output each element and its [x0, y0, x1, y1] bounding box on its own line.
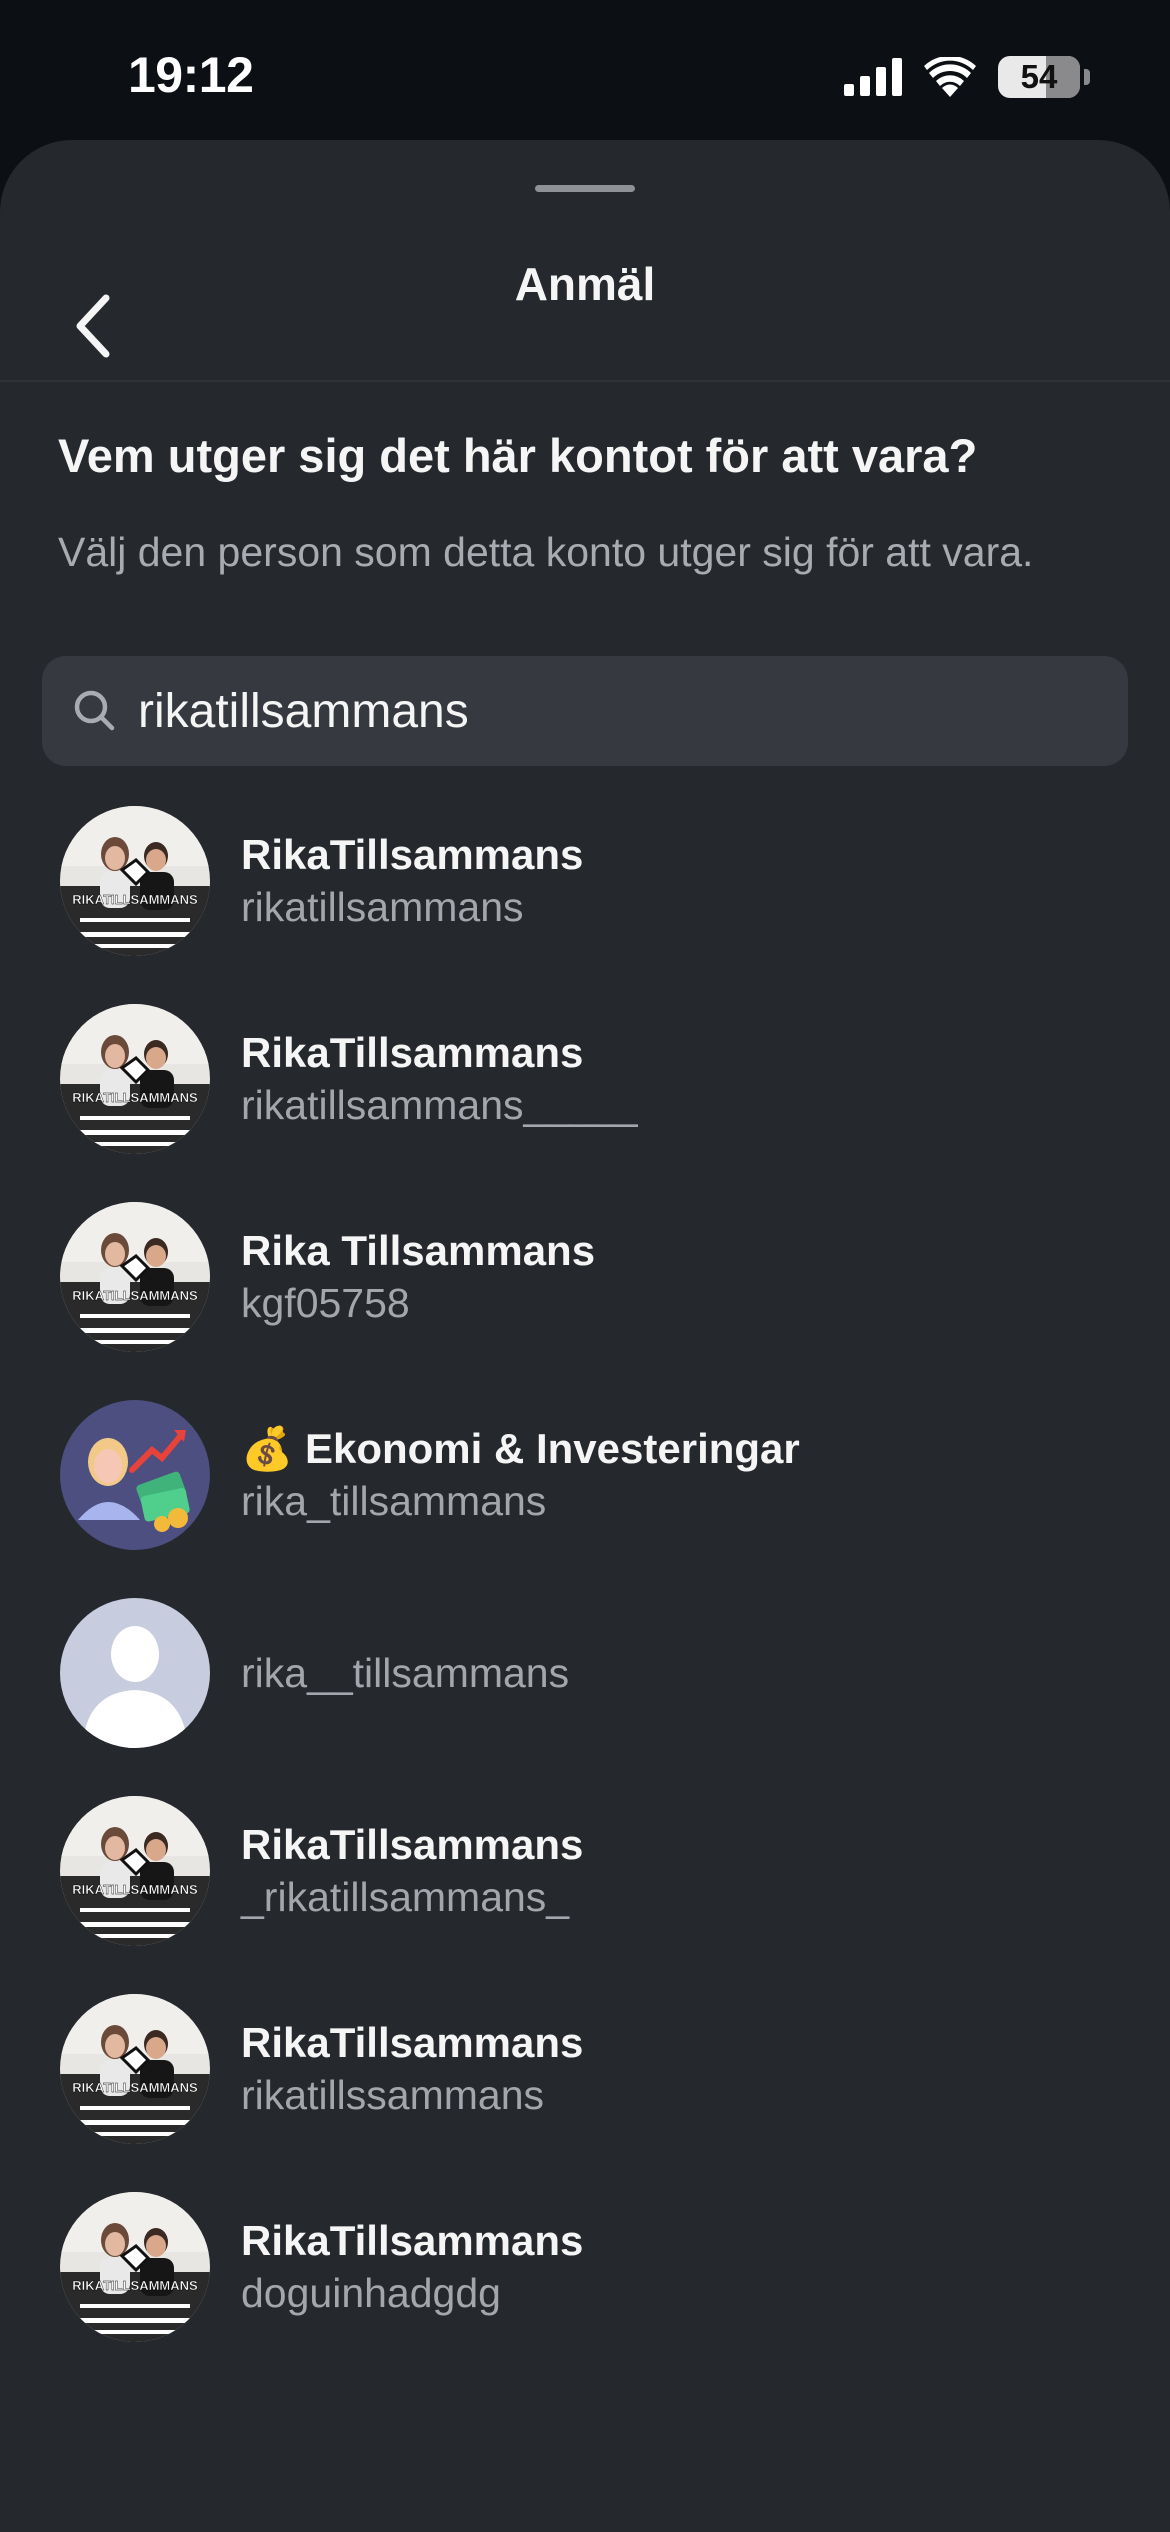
account-names: RikaTillsammans doguinhadgdg	[241, 2174, 583, 2372]
account-names: 💰 Ekonomi & Investeringar rika_tillsamman…	[241, 1382, 800, 1580]
account-names: Rika Tillsammans kgf05758	[241, 1184, 595, 1382]
search-box[interactable]	[42, 656, 1128, 766]
avatar: RIKATILLSAMMANS	[60, 1994, 210, 2144]
display-name: RikaTillsammans	[241, 2217, 584, 2264]
username: rikatillssammans	[241, 2072, 544, 2118]
result-row[interactable]: RIKATILLSAMMANS RikaTillsammans rikatills…	[0, 788, 1170, 986]
status-bar: 19:12 54	[0, 0, 1170, 140]
username: rikatillsammans	[241, 884, 524, 930]
account-names: RikaTillsammans rikatillsammans_____	[241, 986, 638, 1184]
avatar	[60, 1598, 210, 1748]
svg-text:RIKATILLSAMMANS: RIKATILLSAMMANS	[72, 1882, 198, 1897]
svg-text:RIKATILLSAMMANS: RIKATILLSAMMANS	[72, 2278, 198, 2293]
display-name: RikaTillsammans	[241, 831, 584, 878]
status-icons: 54	[844, 52, 1090, 102]
display-name: RikaTillsammans	[241, 1821, 584, 1868]
avatar: RIKATILLSAMMANS	[60, 1004, 210, 1154]
battery-level: 54	[1020, 58, 1058, 95]
results-list: RIKATILLSAMMANS RikaTillsammans rikatills…	[0, 788, 1170, 2372]
username: _rikatillsammans_	[241, 1874, 570, 1920]
username: rikatillsammans_____	[241, 1082, 638, 1128]
result-row[interactable]: RIKATILLSAMMANS RikaTillsammans rikatills…	[0, 1976, 1170, 2174]
avatar: RIKATILLSAMMANS	[60, 1796, 210, 1946]
display-name: RikaTillsammans	[241, 1029, 584, 1076]
question-heading: Vem utger sig det här kontot för att var…	[58, 429, 978, 482]
result-row[interactable]: RIKATILLSAMMANS RikaTillsammans doguinhad…	[0, 2174, 1170, 2372]
display-name: Rika Tillsammans	[241, 1227, 596, 1274]
report-sheet: Anmäl Vem utger sig det här kontot för a…	[0, 140, 1170, 2532]
username: kgf05758	[241, 1280, 410, 1326]
username: rika_tillsammans	[241, 1478, 547, 1524]
wifi-icon	[924, 57, 976, 97]
display-name: 💰 Ekonomi & Investeringar	[241, 1425, 800, 1472]
avatar: RIKATILLSAMMANS	[60, 806, 210, 956]
result-row[interactable]: rika__tillsammans	[0, 1580, 1170, 1778]
username: rika__tillsammans	[241, 1650, 570, 1696]
status-time: 19:12	[128, 47, 254, 103]
question-subtext: Välj den person som detta konto utger si…	[58, 529, 1034, 575]
avatar: RIKATILLSAMMANS	[60, 1202, 210, 1352]
cellular-signal-icon	[844, 58, 902, 96]
avatar	[60, 1400, 210, 1550]
svg-text:RIKATILLSAMMANS: RIKATILLSAMMANS	[72, 1090, 198, 1105]
battery-indicator: 54	[998, 56, 1080, 98]
page-title: Anmäl	[514, 258, 656, 310]
account-names: RikaTillsammans rikatillsammans	[241, 788, 583, 986]
username: doguinhadgdg	[241, 2270, 501, 2316]
result-row[interactable]: RIKATILLSAMMANS RikaTillsammans _rikatill…	[0, 1778, 1170, 1976]
account-names: rika__tillsammans	[241, 1580, 569, 1778]
avatar: RIKATILLSAMMANS	[60, 2192, 210, 2342]
sheet-grabber[interactable]	[535, 185, 635, 192]
svg-text:RIKATILLSAMMANS: RIKATILLSAMMANS	[72, 1288, 198, 1303]
result-row[interactable]: RIKATILLSAMMANS RikaTillsammans rikatills…	[0, 986, 1170, 1184]
svg-text:RIKATILLSAMMANS: RIKATILLSAMMANS	[72, 892, 198, 907]
display-name: RikaTillsammans	[241, 2019, 584, 2066]
result-row[interactable]: 💰 Ekonomi & Investeringar rika_tillsamman…	[0, 1382, 1170, 1580]
result-row[interactable]: RIKATILLSAMMANS Rika Tillsammans kgf05758	[0, 1184, 1170, 1382]
account-names: RikaTillsammans _rikatillsammans_	[241, 1778, 583, 1976]
svg-text:RIKATILLSAMMANS: RIKATILLSAMMANS	[72, 2080, 198, 2095]
search-icon	[74, 690, 115, 731]
search-input[interactable]	[138, 656, 1098, 766]
battery-tip	[1084, 69, 1090, 85]
account-names: RikaTillsammans rikatillssammans	[241, 1976, 583, 2174]
